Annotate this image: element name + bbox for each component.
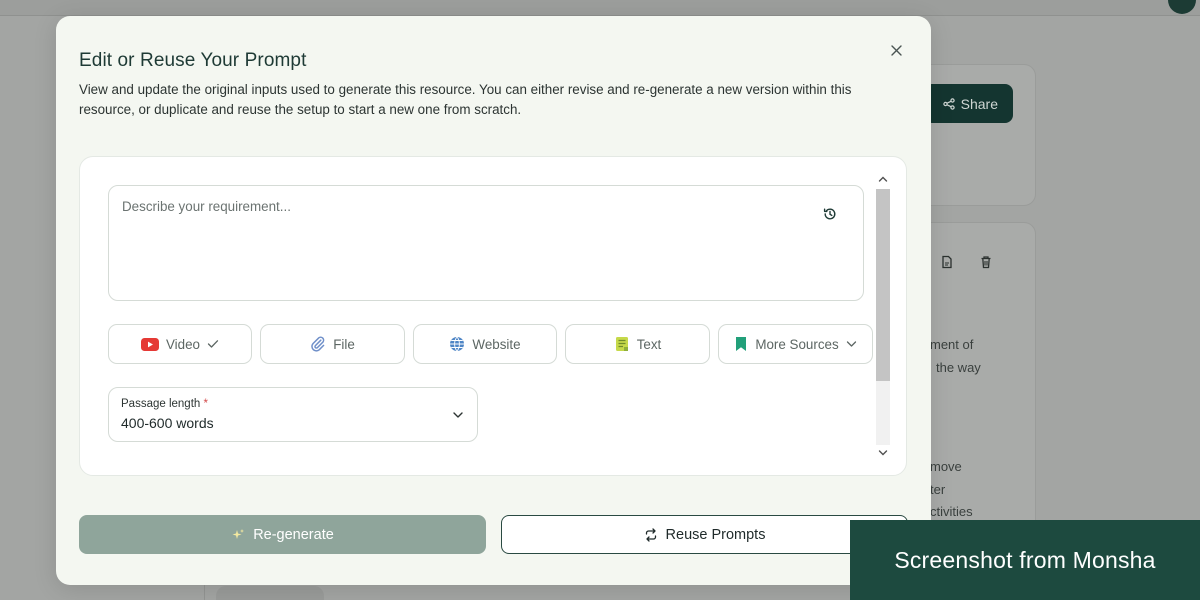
background-text-line: ment of (930, 337, 974, 352)
background-topbar (0, 0, 1200, 16)
share-icon (942, 97, 955, 110)
modal-description: View and update the original inputs used… (79, 82, 852, 117)
bookmark-icon (736, 337, 747, 351)
required-marker: * (203, 398, 208, 410)
repeat-icon (645, 527, 656, 542)
document-icon[interactable] (940, 255, 954, 269)
more-sources-dropdown[interactable]: More Sources (718, 324, 873, 364)
scroll-thumb[interactable] (876, 189, 890, 381)
chevron-down-icon (453, 412, 463, 418)
source-file-label: File (333, 336, 355, 352)
panel-scrollbar[interactable] (874, 171, 892, 461)
source-video-button[interactable]: Video (108, 324, 252, 364)
youtube-icon (140, 337, 159, 351)
chevron-down-icon (846, 341, 856, 347)
passage-length-label-text: Passage length (121, 398, 201, 410)
source-text-button[interactable]: Text (565, 324, 710, 364)
trash-icon[interactable] (979, 255, 993, 269)
background-text-line: move (930, 459, 962, 474)
background-text-line: ter (930, 482, 946, 497)
scroll-down-arrow-icon[interactable] (877, 447, 889, 459)
prompt-form-panel: Describe your requirement... Video File … (79, 156, 907, 476)
modal-title: Edit or Reuse Your Prompt (79, 50, 307, 71)
text-note-icon (615, 337, 628, 351)
background-text-line: ctivities (930, 504, 973, 519)
edit-reuse-prompt-modal: Edit or Reuse Your Prompt View and updat… (56, 16, 931, 585)
reuse-prompts-button[interactable]: Reuse Prompts (501, 515, 908, 554)
watermark-banner: Screenshot from Monsha (850, 520, 1200, 600)
close-icon (890, 44, 902, 56)
source-website-button[interactable]: Website (413, 324, 557, 364)
passage-length-value: 400-600 words (121, 415, 214, 431)
background-text-line: the way (936, 360, 981, 375)
share-label: Share (960, 95, 998, 112)
background-chip (216, 586, 324, 600)
more-sources-label: More Sources (755, 336, 839, 352)
regenerate-label: Re-generate (253, 526, 334, 543)
globe-icon (450, 336, 465, 352)
passage-length-label: Passage length * (121, 398, 208, 410)
regenerate-button[interactable]: Re-generate (79, 515, 486, 554)
scroll-up-arrow-icon[interactable] (877, 173, 889, 185)
reuse-prompts-label: Reuse Prompts (665, 526, 766, 543)
source-website-label: Website (472, 336, 521, 352)
source-file-button[interactable]: File (260, 324, 405, 364)
source-video-label: Video (165, 336, 200, 352)
prompt-placeholder: Describe your requirement... (122, 199, 291, 214)
share-button[interactable]: Share (924, 84, 1013, 123)
paperclip-icon (311, 336, 325, 352)
check-icon (207, 340, 219, 348)
prompt-input[interactable]: Describe your requirement... (108, 185, 864, 301)
passage-length-select[interactable]: Passage length * 400-600 words (108, 387, 478, 442)
close-button[interactable] (888, 42, 904, 58)
source-text-label: Text (636, 336, 662, 352)
sparkle-icon (232, 528, 245, 539)
history-icon[interactable] (822, 206, 838, 222)
